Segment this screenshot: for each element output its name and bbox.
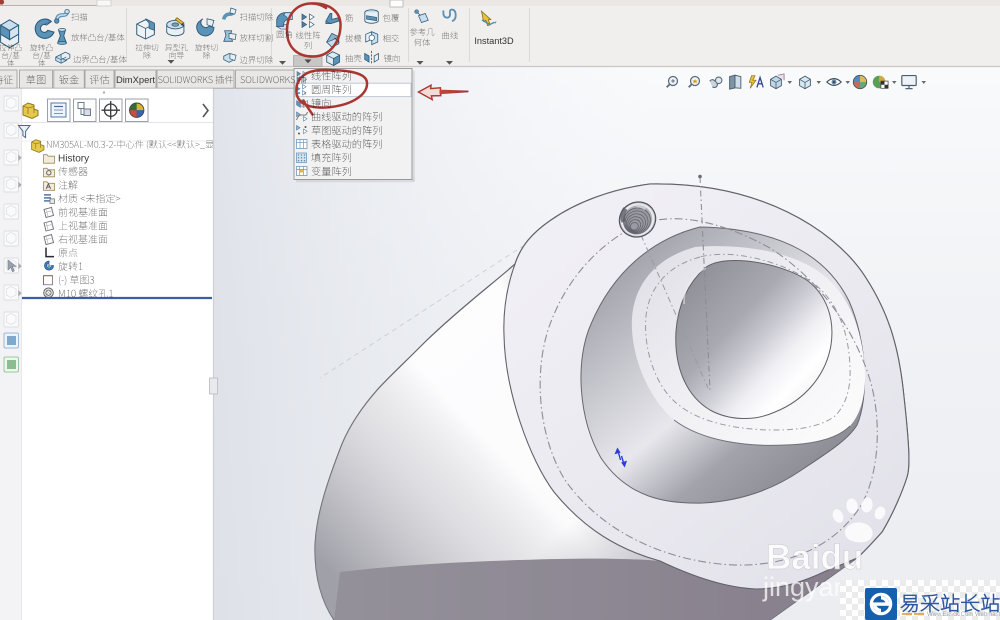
svg-text:History: History (58, 154, 89, 165)
svg-text:Www.Easck.Com Webmaster: Www.Easck.Com Webmaster (927, 612, 1000, 618)
svg-text:Instant3D: Instant3D (474, 36, 514, 46)
svg-text:DimXpert: DimXpert (116, 74, 155, 85)
svg-text:jingyan: jingyan (762, 572, 849, 602)
